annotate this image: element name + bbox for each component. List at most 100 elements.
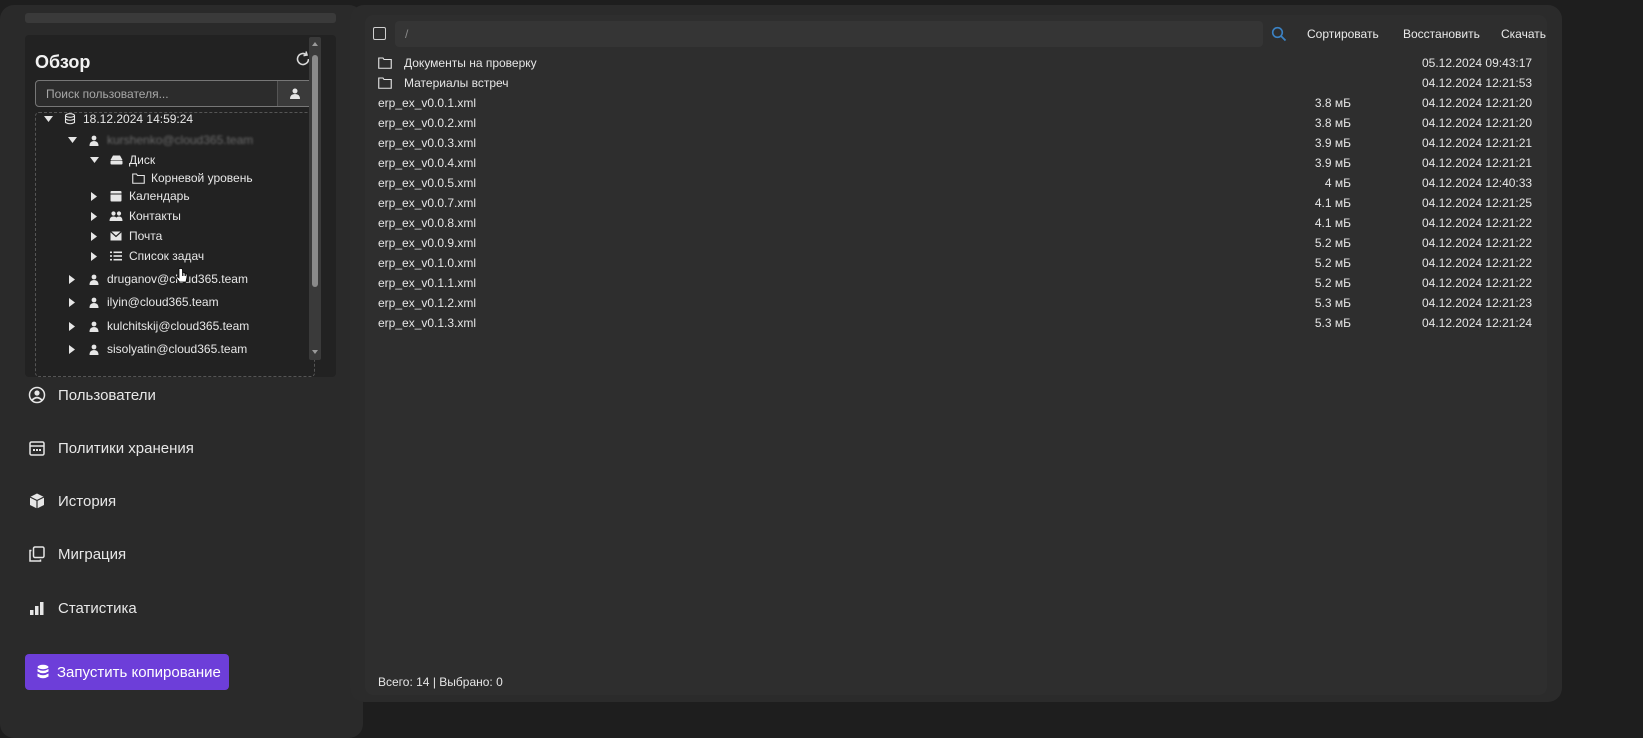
- caret-right-icon[interactable]: [87, 211, 101, 221]
- sort-button[interactable]: Сортировать: [1307, 27, 1379, 41]
- tree-item[interactable]: Почта: [87, 226, 162, 246]
- caret-down-icon[interactable]: [87, 157, 101, 163]
- folder-row[interactable]: Материалы встреч 04.12.2024 12:21:53: [373, 72, 1533, 92]
- restore-button[interactable]: Восстановить: [1403, 27, 1480, 41]
- tree-item[interactable]: druganov@cloud365.team: [65, 269, 248, 289]
- file-row[interactable]: erp_ex_v0.1.1.xml 5.2 мБ 04.12.2024 12:21:…: [373, 272, 1533, 292]
- file-name: erp_ex_v0.0.2.xml: [378, 116, 477, 130]
- tree-item-label: kulchitskij@cloud365.team: [107, 319, 250, 333]
- file-name: erp_ex_v0.1.0.xml: [378, 256, 477, 270]
- file-size: 5.3 мБ: [1314, 316, 1351, 330]
- tree-item[interactable]: kurshenko@cloud365.team: [65, 130, 253, 150]
- nav-history[interactable]: История: [28, 488, 116, 514]
- file-row[interactable]: erp_ex_v0.0.1.xml 3.8 мБ 04.12.2024 12:21:…: [373, 92, 1533, 112]
- file-row[interactable]: erp_ex_v0.1.3.xml 5.3 мБ 04.12.2024 12:21:…: [373, 312, 1533, 332]
- tree-item-label: 18.12.2024 14:59:24: [83, 112, 194, 126]
- file-name: erp_ex_v0.1.1.xml: [378, 276, 477, 290]
- file-date: 05.12.2024 09:43:17: [1422, 56, 1533, 70]
- scroll-down-arrow-icon[interactable]: [310, 346, 320, 356]
- caret-right-icon[interactable]: [87, 251, 101, 261]
- tree-item[interactable]: ilyin@cloud365.team: [65, 292, 219, 312]
- file-size: 3.9 мБ: [1314, 156, 1351, 170]
- file-name: Документы на проверку: [404, 56, 537, 70]
- nav-migration[interactable]: Миграция: [28, 541, 126, 567]
- file-name-cell: erp_ex_v0.0.8.xml: [378, 216, 476, 230]
- start-copy-button[interactable]: Запустить копирование: [25, 654, 229, 690]
- file-name-cell: erp_ex_v0.1.1.xml: [378, 276, 476, 290]
- path-input[interactable]: [395, 21, 1263, 47]
- file-date: 04.12.2024 12:21:20: [1422, 116, 1533, 130]
- file-row[interactable]: erp_ex_v0.0.9.xml 5.2 мБ 04.12.2024 12:21:…: [373, 232, 1533, 252]
- file-date: 04.12.2024 12:21:25: [1422, 196, 1533, 210]
- tree-item[interactable]: kulchitskij@cloud365.team: [65, 316, 249, 336]
- scroll-up-arrow-icon[interactable]: [310, 38, 320, 48]
- file-name: erp_ex_v0.0.9.xml: [378, 236, 477, 250]
- search-icon[interactable]: [1271, 26, 1287, 42]
- database-icon: [63, 112, 77, 126]
- tree-item-label: Календарь: [129, 189, 190, 203]
- scrollbar-thumb[interactable]: [312, 55, 318, 287]
- user-circle-icon: [28, 386, 46, 404]
- file-name: erp_ex_v0.0.8.xml: [378, 216, 477, 230]
- file-name-cell: erp_ex_v0.0.3.xml: [378, 136, 476, 150]
- nav-users[interactable]: Пользователи: [28, 382, 156, 408]
- file-name-cell: erp_ex_v0.0.1.xml: [378, 96, 476, 110]
- caret-right-icon[interactable]: [65, 321, 79, 331]
- nav-retention-policies[interactable]: Политики хранения: [28, 435, 194, 461]
- box-icon: [28, 492, 46, 510]
- tree-item[interactable]: 18.12.2024 14:59:24: [41, 109, 193, 129]
- tree-item[interactable]: Список задач: [87, 246, 204, 266]
- tree-item[interactable]: Диск: [87, 150, 155, 170]
- nav-statistics-label: Статистика: [58, 599, 137, 617]
- file-size: 5.2 мБ: [1314, 276, 1351, 290]
- file-date: 04.12.2024 12:40:33: [1422, 176, 1533, 190]
- file-name: Материалы встреч: [404, 76, 509, 90]
- download-button[interactable]: Скачать: [1501, 27, 1546, 41]
- caret-right-icon[interactable]: [65, 297, 79, 307]
- nav-statistics[interactable]: Статистика: [28, 595, 137, 621]
- file-date: 04.12.2024 12:21:23: [1422, 296, 1533, 310]
- mail-icon: [109, 229, 123, 243]
- copy-icon: [28, 545, 46, 563]
- file-size: 5.2 мБ: [1314, 236, 1351, 250]
- folder-row[interactable]: Документы на проверку 05.12.2024 09:43:17: [373, 52, 1533, 72]
- file-name: erp_ex_v0.0.3.xml: [378, 136, 477, 150]
- file-row[interactable]: erp_ex_v0.0.5.xml 4 мБ 04.12.2024 12:40:33: [373, 172, 1533, 192]
- file-row[interactable]: erp_ex_v0.0.7.xml 4.1 мБ 04.12.2024 12:21:…: [373, 192, 1533, 212]
- file-size: 4.1 мБ: [1314, 196, 1351, 210]
- caret-right-icon[interactable]: [87, 191, 101, 201]
- tree-item[interactable]: sisolyatin@cloud365.team: [65, 339, 247, 359]
- file-row[interactable]: erp_ex_v0.1.0.xml 5.2 мБ 04.12.2024 12:21:…: [373, 252, 1533, 272]
- file-row[interactable]: erp_ex_v0.1.2.xml 5.3 мБ 04.12.2024 12:21:…: [373, 292, 1533, 312]
- user-search-input[interactable]: [36, 81, 278, 106]
- file-name-cell: erp_ex_v0.1.0.xml: [378, 256, 476, 270]
- file-row[interactable]: erp_ex_v0.0.4.xml 3.9 мБ 04.12.2024 12:21:…: [373, 152, 1533, 172]
- select-all-checkbox[interactable]: [373, 27, 386, 40]
- caret-down-icon[interactable]: [65, 137, 79, 143]
- user-icon: [87, 319, 101, 333]
- caret-right-icon[interactable]: [65, 274, 79, 284]
- file-row[interactable]: erp_ex_v0.0.8.xml 4.1 мБ 04.12.2024 12:21:…: [373, 212, 1533, 232]
- caret-right-icon[interactable]: [65, 344, 79, 354]
- file-row[interactable]: erp_ex_v0.0.3.xml 3.9 мБ 04.12.2024 12:21:…: [373, 132, 1533, 152]
- file-row[interactable]: erp_ex_v0.0.2.xml 3.8 мБ 04.12.2024 12:21:…: [373, 112, 1533, 132]
- file-name: erp_ex_v0.1.3.xml: [378, 316, 477, 330]
- tree-item[interactable]: Календарь: [87, 186, 190, 206]
- caret-right-icon[interactable]: [87, 231, 101, 241]
- caret-down-icon[interactable]: [41, 116, 55, 122]
- drive-icon: [109, 153, 123, 167]
- file-name: erp_ex_v0.0.7.xml: [378, 196, 477, 210]
- tree-item[interactable]: Корневой уровень: [109, 168, 253, 188]
- nav-migration-label: Миграция: [58, 545, 127, 563]
- search-user-button[interactable]: [277, 81, 312, 106]
- status-bar: Всего: 14 | Выбрано: 0: [378, 675, 503, 689]
- file-name-cell: erp_ex_v0.1.2.xml: [378, 296, 476, 310]
- file-name-cell: erp_ex_v0.0.9.xml: [378, 236, 476, 250]
- user-icon: [87, 342, 101, 356]
- folder-icon: [378, 77, 392, 89]
- tree-item[interactable]: Контакты: [87, 206, 181, 226]
- contacts-icon: [109, 209, 123, 223]
- file-date: 04.12.2024 12:21:21: [1422, 156, 1533, 170]
- file-name-cell: erp_ex_v0.0.4.xml: [378, 156, 476, 170]
- file-size: 3.8 мБ: [1314, 96, 1351, 110]
